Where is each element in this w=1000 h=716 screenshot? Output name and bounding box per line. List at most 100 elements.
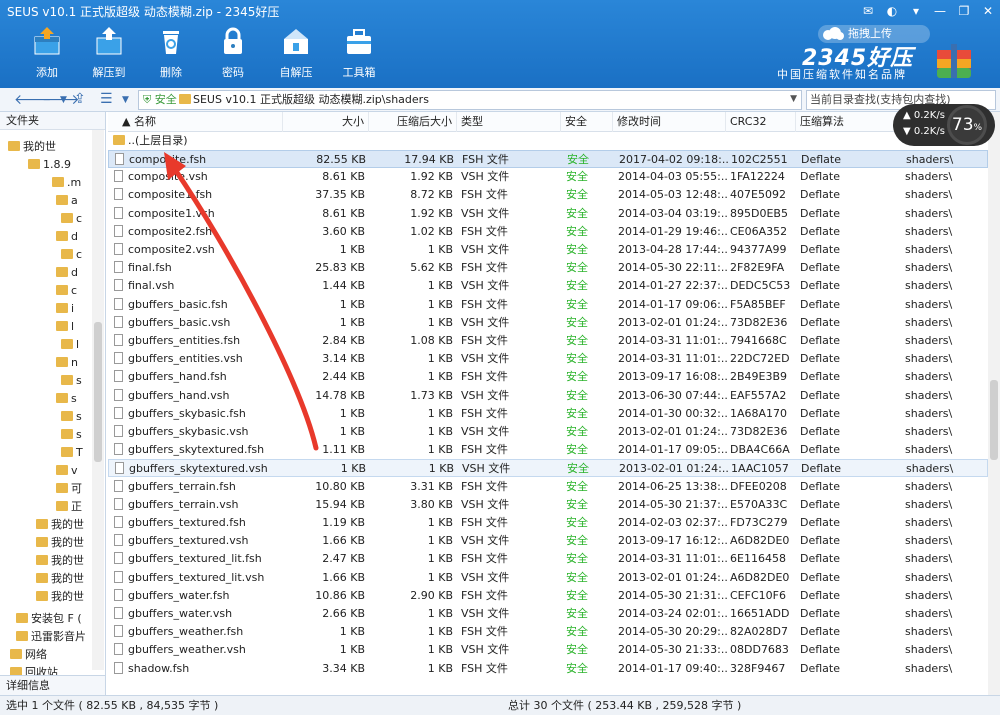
- tree-item[interactable]: l: [61, 336, 79, 354]
- column-type[interactable]: 类型: [457, 112, 561, 132]
- file-row[interactable]: final.vsh 1.44 KB 1 KB VSH 文件 安全 2014-01-27 2…: [108, 277, 988, 295]
- file-row[interactable]: gbuffers_weather.fsh 1 KB 1 KB FSH 文件 安全 2014…: [108, 623, 988, 641]
- tree-item[interactable]: .m: [52, 174, 81, 192]
- tree-item[interactable]: 可: [56, 480, 82, 498]
- tree-item[interactable]: i: [56, 300, 74, 318]
- cell-crc: DEDC5C53: [730, 279, 791, 293]
- file-row[interactable]: gbuffers_terrain.vsh 15.94 KB 3.80 KB VSH 文…: [108, 496, 988, 514]
- tree-item[interactable]: 安装包 F (: [16, 610, 82, 628]
- tree-item[interactable]: s: [56, 390, 77, 408]
- file-row[interactable]: composite2.vsh 1 KB 1 KB VSH 文件 安全 2013-04-28…: [108, 241, 988, 259]
- cell-type: VSH 文件: [461, 425, 510, 438]
- file-row[interactable]: composite1.fsh 37.35 KB 8.72 KB FSH 文件 安全 201…: [108, 186, 988, 204]
- history-dropdown-icon[interactable]: ▼: [60, 95, 67, 105]
- file-row[interactable]: gbuffers_skytextured.fsh 1.11 KB 1 KB FSH 文…: [108, 441, 988, 459]
- toolbox-button[interactable]: 工具箱: [334, 26, 384, 80]
- file-row[interactable]: gbuffers_basic.fsh 1 KB 1 KB FSH 文件 安全 2014-0…: [108, 296, 988, 314]
- view-mode-icon[interactable]: ☰: [100, 91, 113, 107]
- tree-item[interactable]: s: [61, 426, 82, 444]
- column-safe[interactable]: 安全: [561, 112, 613, 132]
- tree-item[interactable]: s: [61, 372, 82, 390]
- list-scroll-thumb[interactable]: [990, 380, 998, 460]
- tree-item[interactable]: 我的世: [36, 570, 84, 588]
- notification-icon[interactable]: ✉: [856, 0, 880, 22]
- tree-item[interactable]: 我的世: [36, 552, 84, 570]
- file-row[interactable]: gbuffers_entities.vsh 3.14 KB 1 KB VSH 文件 安全…: [108, 350, 988, 368]
- network-speed-widget[interactable]: ▲ 0.2K/s ▼ 0.2K/s 73%: [893, 104, 995, 146]
- skin-icon[interactable]: ◐: [880, 0, 904, 22]
- cell-packed: 5.62 KB: [410, 261, 453, 275]
- tree-item[interactable]: c: [56, 282, 77, 300]
- tree-item[interactable]: s: [61, 408, 82, 426]
- tree-item[interactable]: 我的世: [36, 534, 84, 552]
- tree-item[interactable]: d: [56, 228, 78, 246]
- cell-name: gbuffers_skytextured.vsh: [129, 462, 268, 476]
- file-row[interactable]: gbuffers_weather.vsh 1 KB 1 KB VSH 文件 安全 2014…: [108, 641, 988, 659]
- tree-item[interactable]: l: [56, 318, 74, 336]
- tree-item[interactable]: c: [61, 210, 82, 228]
- tree-item[interactable]: 网络: [10, 646, 47, 664]
- file-row[interactable]: gbuffers_basic.vsh 1 KB 1 KB VSH 文件 安全 2013-0…: [108, 314, 988, 332]
- cell-crc: 73D82E36: [730, 315, 788, 329]
- cell-name: gbuffers_entities.fsh: [128, 334, 241, 347]
- file-row[interactable]: gbuffers_textured_lit.fsh 2.47 KB 1 KB FSH …: [108, 550, 988, 568]
- cell-time: 2014-05-03 12:48:...: [618, 188, 728, 202]
- file-row[interactable]: gbuffers_terrain.fsh 10.80 KB 3.31 KB FSH 文…: [108, 478, 988, 496]
- file-row[interactable]: composite.vsh 8.61 KB 1.92 KB VSH 文件 安全 2014-…: [108, 168, 988, 186]
- details-panel-header[interactable]: 详细信息: [0, 675, 105, 695]
- file-row[interactable]: gbuffers_textured.fsh 1.19 KB 1 KB FSH 文件 安全…: [108, 514, 988, 532]
- folder-icon: [16, 613, 28, 623]
- column-name[interactable]: ▲ 名称: [108, 112, 283, 132]
- maximize-icon[interactable]: ❐: [952, 0, 976, 22]
- password-button[interactable]: 密码: [208, 26, 258, 80]
- file-row[interactable]: final.fsh 25.83 KB 5.62 KB FSH 文件 安全 2014-05-…: [108, 259, 988, 277]
- file-row[interactable]: gbuffers_water.vsh 2.66 KB 1 KB VSH 文件 安全 201…: [108, 605, 988, 623]
- cell-method: Deflate: [800, 607, 840, 620]
- file-row[interactable]: shadow.fsh 3.34 KB 1 KB FSH 文件 安全 2014-01-17 …: [108, 660, 988, 678]
- column-packed[interactable]: 压缩后大小: [369, 112, 457, 132]
- add-button[interactable]: 添加: [22, 26, 72, 80]
- column-size[interactable]: 大小: [283, 112, 369, 132]
- cell-crc: CE06A352: [730, 224, 788, 238]
- view-dropdown-icon[interactable]: ▼: [122, 95, 129, 105]
- tree-item[interactable]: T: [61, 444, 83, 462]
- tree-item[interactable]: c: [61, 246, 82, 264]
- parent-dir-row[interactable]: ..(上层目录): [108, 132, 988, 150]
- close-icon[interactable]: ✕: [976, 0, 1000, 22]
- menu-icon[interactable]: ▾: [904, 0, 928, 22]
- tree-item[interactable]: v: [56, 462, 78, 480]
- path-dropdown-icon[interactable]: ▼: [790, 94, 797, 104]
- delete-button[interactable]: 删除: [146, 26, 196, 80]
- extract-button[interactable]: 解压到: [84, 26, 134, 80]
- file-row[interactable]: gbuffers_textured.vsh 1.66 KB 1 KB VSH 文件 安全…: [108, 532, 988, 550]
- file-row[interactable]: gbuffers_skytextured.vsh 1 KB 1 KB VSH 文件 安全…: [108, 459, 988, 478]
- file-row[interactable]: gbuffers_entities.fsh 2.84 KB 1.08 KB FSH 文…: [108, 332, 988, 350]
- file-row[interactable]: composite1.vsh 8.61 KB 1.92 KB VSH 文件 安全 2014…: [108, 205, 988, 223]
- minimize-icon[interactable]: —: [928, 0, 952, 22]
- tree-item[interactable]: 正: [56, 498, 82, 516]
- tree-item[interactable]: a: [56, 192, 78, 210]
- file-row[interactable]: gbuffers_skybasic.fsh 1 KB 1 KB FSH 文件 安全 201…: [108, 405, 988, 423]
- tree-item[interactable]: 迅雷影音片: [16, 628, 86, 646]
- self-extract-button[interactable]: 自解压: [271, 26, 321, 80]
- tree-item[interactable]: 我的世: [36, 588, 84, 606]
- file-row[interactable]: gbuffers_hand.vsh 14.78 KB 1.73 KB VSH 文件 安全…: [108, 387, 988, 405]
- file-row[interactable]: gbuffers_hand.fsh 2.44 KB 1 KB FSH 文件 安全 2013…: [108, 368, 988, 386]
- column-modified[interactable]: 修改时间: [613, 112, 726, 132]
- column-method[interactable]: 压缩算法: [796, 112, 900, 132]
- column-crc32[interactable]: CRC32: [726, 112, 796, 132]
- file-row[interactable]: gbuffers_textured_lit.vsh 1.66 KB 1 KB VSH …: [108, 569, 988, 587]
- tree-scroll-thumb[interactable]: [94, 322, 102, 462]
- tree-item[interactable]: d: [56, 264, 78, 282]
- file-row[interactable]: gbuffers_water.fsh 10.86 KB 2.90 KB FSH 文件 安…: [108, 587, 988, 605]
- tree-item[interactable]: n: [56, 354, 78, 372]
- tree-item[interactable]: 我的世: [36, 516, 84, 534]
- path-field[interactable]: ⛨ 安全 SEUS v10.1 正式版超级 动态模糊.zip\shaders ▼: [138, 90, 802, 110]
- file-row[interactable]: composite.fsh 82.55 KB 17.94 KB FSH 文件 安全 201…: [108, 150, 988, 168]
- file-row[interactable]: gbuffers_skybasic.vsh 1 KB 1 KB VSH 文件 安全 201…: [108, 423, 988, 441]
- tree-item[interactable]: 1.8.9: [28, 156, 71, 174]
- cell-path: shaders\: [905, 352, 953, 366]
- tree-item[interactable]: 我的世: [8, 138, 56, 156]
- file-row[interactable]: composite2.fsh 3.60 KB 1.02 KB FSH 文件 安全 2014…: [108, 223, 988, 241]
- up-folder-icon[interactable]: ⇪: [74, 91, 86, 107]
